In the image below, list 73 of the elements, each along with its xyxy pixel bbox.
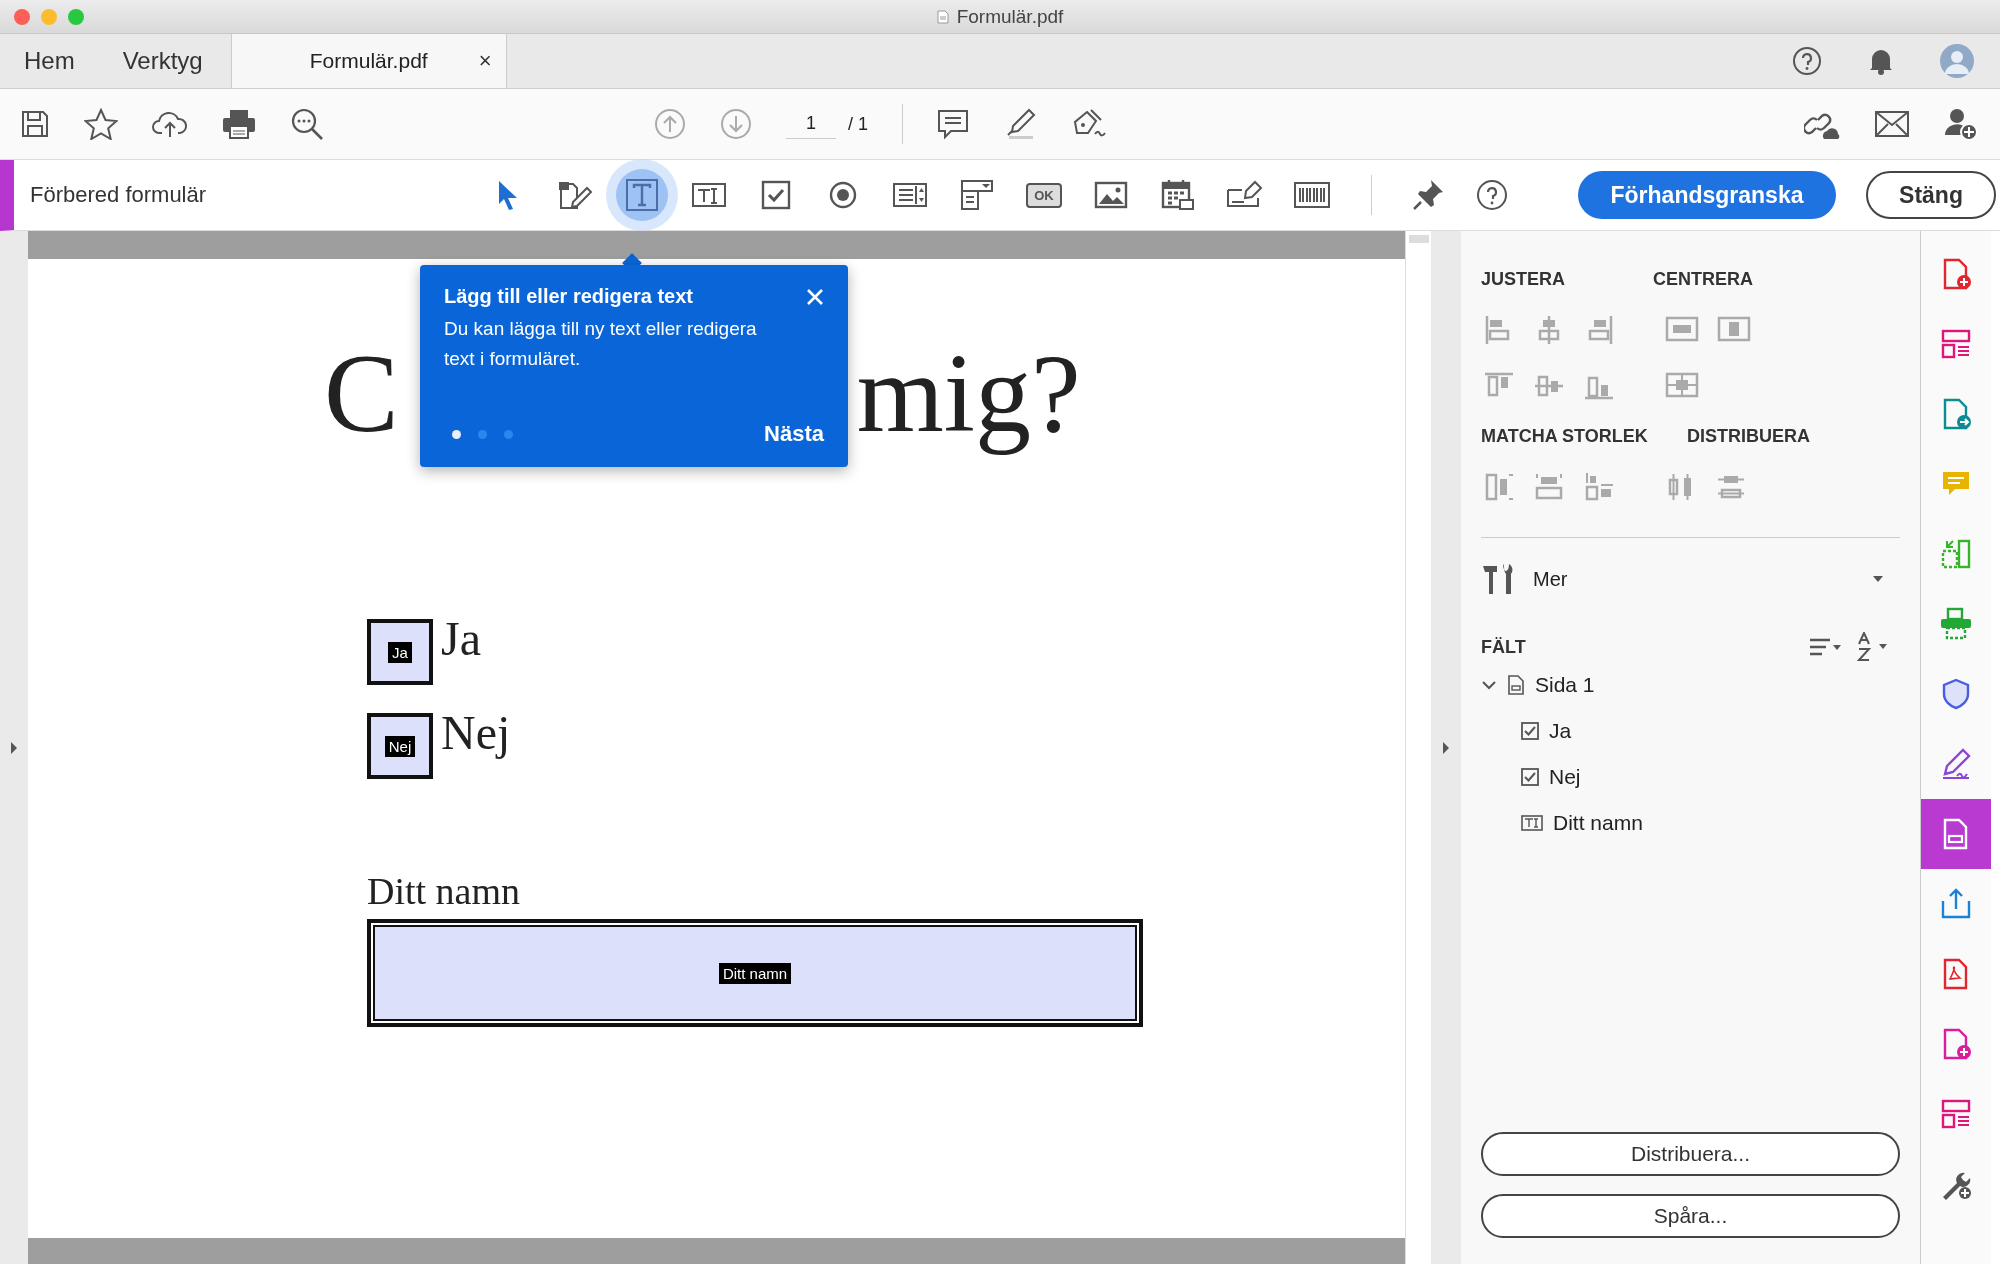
- tooltip-title: Lägg till eller redigera text: [444, 285, 693, 308]
- ok-icon: OK: [1026, 182, 1062, 208]
- help-icon[interactable]: [1476, 179, 1508, 211]
- collapse-panel-icon[interactable]: [1442, 740, 1450, 755]
- section-title: FÄLT: [1481, 636, 1526, 658]
- image-icon: [1094, 181, 1128, 209]
- cloud-upload-icon[interactable]: [152, 109, 188, 139]
- print-icon[interactable]: [222, 109, 256, 139]
- tree-item[interactable]: Ditt namn: [1481, 800, 1900, 846]
- text-icon: [625, 178, 659, 212]
- field-tag: Ja: [388, 641, 412, 663]
- toolbar-title: Förbered formulär: [29, 182, 208, 208]
- heading-text: mig?: [856, 337, 1081, 457]
- field-label: Ditt namn: [367, 869, 522, 913]
- tree-item[interactable]: Sida 1: [1481, 662, 1900, 708]
- close-button[interactable]: Stäng: [1866, 171, 1996, 219]
- heading-text: C: [324, 337, 399, 457]
- comment-icon[interactable]: [937, 108, 969, 140]
- section-title: DISTRIBUERA: [1687, 426, 1810, 447]
- next-button[interactable]: Nästa: [764, 421, 824, 447]
- calendar-icon: [1161, 178, 1195, 212]
- caret-icon: [1872, 575, 1884, 583]
- field-tag: Nej: [384, 735, 416, 757]
- page-total: / 1: [848, 113, 868, 135]
- preview-button[interactable]: Förhandsgranska: [1578, 171, 1836, 219]
- list-box-icon: [892, 181, 928, 209]
- section-title: CENTRERA: [1653, 269, 1753, 290]
- panel-button[interactable]: Spåra...: [1481, 1194, 1900, 1238]
- radio-icon: [828, 180, 858, 210]
- name-text-field[interactable]: Ditt namn: [367, 919, 1143, 1027]
- page-icon: [1507, 675, 1525, 695]
- save-icon[interactable]: [20, 109, 50, 139]
- nav-tab[interactable]: Verktyg: [98, 34, 227, 88]
- button-tool-button[interactable]: OK: [1018, 169, 1070, 221]
- section-title: MATCHA STORLEK: [1481, 426, 1649, 447]
- tooltip-text: Du kan lägga till ny text eller redigera text i formuläret.: [444, 317, 758, 371]
- page-number-field[interactable]: 1: [786, 109, 836, 139]
- zoom-search-icon[interactable]: [290, 107, 324, 141]
- checkbox-icon: [1521, 722, 1539, 740]
- nav-tab[interactable]: Hem: [0, 34, 99, 88]
- checkbox-icon: [761, 180, 791, 210]
- sort-alphabetical-icon[interactable]: [1856, 632, 1890, 662]
- pin-icon[interactable]: [1411, 178, 1445, 212]
- field-tag: Ditt namn: [718, 962, 792, 984]
- barcode-icon: [1293, 181, 1331, 209]
- mail-icon[interactable]: [1874, 110, 1910, 138]
- dropdown-icon: [960, 179, 994, 211]
- form-tool[interactable]: [1921, 799, 1991, 869]
- checkbox-icon: [1521, 768, 1539, 786]
- checkbox-field[interactable]: Ja: [367, 619, 433, 685]
- checkbox-field[interactable]: Nej: [367, 713, 433, 779]
- text-tool-button[interactable]: [616, 169, 668, 221]
- close-tab-button[interactable]: ×: [478, 48, 492, 74]
- more-dropdown[interactable]: Mer: [1481, 562, 1900, 596]
- signature-field-icon: [1226, 180, 1264, 210]
- close-icon[interactable]: [806, 287, 824, 306]
- checkbox-label: Ja: [441, 615, 481, 663]
- document-tab[interactable]: Formulär.pdf ×: [230, 34, 507, 88]
- add-person-icon[interactable]: [1944, 107, 1978, 141]
- scrollbar-thumb[interactable]: [1408, 235, 1429, 243]
- checkbox-label: Nej: [441, 709, 511, 757]
- text-field-icon: [1521, 815, 1543, 831]
- tree-item[interactable]: Nej: [1481, 754, 1900, 800]
- star-icon[interactable]: [84, 108, 118, 140]
- sort-order-icon[interactable]: [1808, 636, 1842, 658]
- panel-button[interactable]: Distribuera...: [1481, 1132, 1900, 1176]
- section-title: JUSTERA: [1481, 269, 1566, 290]
- tree-item[interactable]: Ja: [1481, 708, 1900, 754]
- expand-left-panel-icon[interactable]: [10, 740, 18, 755]
- help-icon[interactable]: [1792, 46, 1822, 76]
- text-field-icon: [691, 180, 727, 210]
- window-title: Formulär.pdf: [956, 5, 1064, 28]
- document-icon: [936, 9, 949, 24]
